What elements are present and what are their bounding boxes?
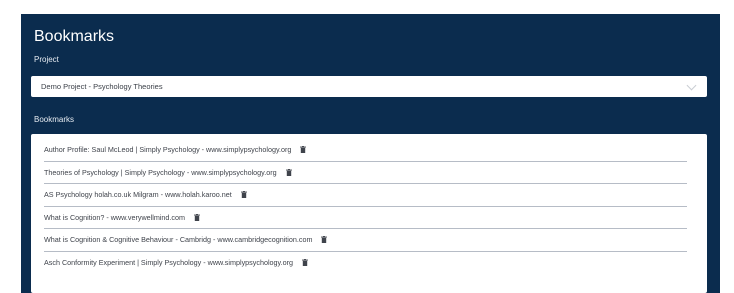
trash-icon[interactable] — [302, 259, 308, 267]
bookmark-link[interactable]: AS Psychology holah.co.uk Milgram - www.… — [44, 190, 232, 199]
bookmarks-label: Bookmarks — [34, 115, 75, 124]
chevron-down-icon — [686, 80, 697, 90]
trash-icon[interactable] — [300, 146, 307, 154]
bookmark-link[interactable]: Author Profile: Saul McLeod | Simply Psy… — [44, 145, 291, 154]
trash-icon[interactable] — [285, 168, 292, 176]
project-select[interactable]: Demo Project - Psychology Theories — [31, 76, 707, 97]
bookmark-item: Theories of Psychology | Simply Psycholo… — [44, 162, 687, 184]
bookmark-list: Author Profile: Saul McLeod | Simply Psy… — [31, 134, 707, 293]
project-label: Project — [34, 55, 59, 64]
trash-icon[interactable] — [321, 236, 328, 244]
bookmark-item: Author Profile: Saul McLeod | Simply Psy… — [44, 139, 687, 162]
bookmark-item: What is Cognition? - www.verywellmind.co… — [44, 207, 687, 229]
bookmark-item: AS Psychology holah.co.uk Milgram - www.… — [44, 184, 687, 207]
trash-icon[interactable] — [240, 191, 247, 199]
project-select-value: Demo Project - Psychology Theories — [41, 82, 163, 91]
bookmark-item: Asch Conformity Experiment | Simply Psyc… — [44, 252, 687, 275]
bookmark-link[interactable]: Asch Conformity Experiment | Simply Psyc… — [44, 258, 293, 267]
bookmark-link[interactable]: What is Cognition & Cognitive Behaviour … — [44, 235, 312, 244]
panel-title: Bookmarks — [34, 28, 115, 45]
bookmarks-panel: Bookmarks Project Demo Project - Psychol… — [21, 14, 720, 293]
bookmark-link[interactable]: What is Cognition? - www.verywellmind.co… — [44, 213, 185, 222]
bookmark-item: What is Cognition & Cognitive Behaviour … — [44, 229, 687, 252]
trash-icon[interactable] — [194, 213, 200, 221]
bookmark-link[interactable]: Theories of Psychology | Simply Psycholo… — [44, 168, 277, 177]
